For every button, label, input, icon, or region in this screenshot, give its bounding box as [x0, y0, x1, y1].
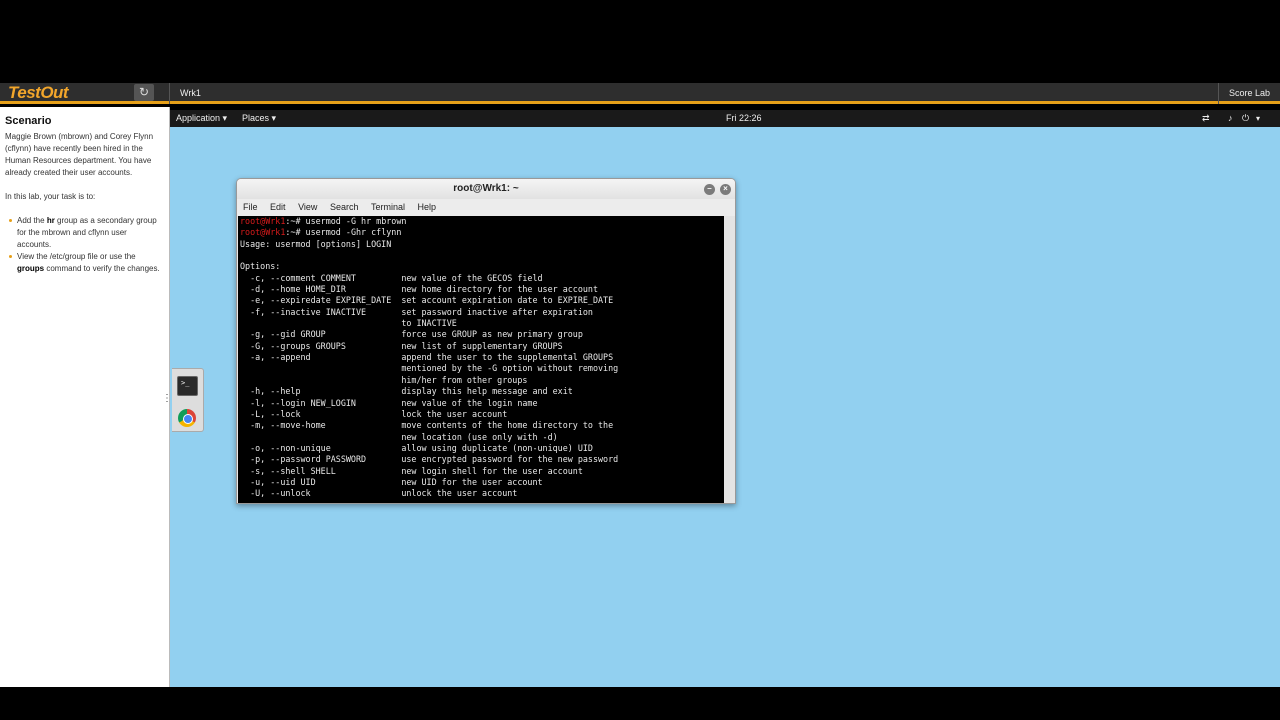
screen: TestOut ↻ Wrk1 Score Lab Scenario Maggie…	[0, 0, 1280, 720]
dock-handle[interactable]: ⋮	[162, 390, 172, 408]
terminal-line: mentioned by the -G option without remov…	[240, 363, 724, 374]
task-text: Add the	[17, 216, 47, 225]
terminal-text: :~# usermod -G hr mbrown	[285, 216, 407, 226]
terminal-line: -e, --expiredate EXPIRE_DATE set account…	[240, 295, 724, 306]
terminal-icon[interactable]: >_	[177, 376, 198, 396]
tab-wrk1[interactable]: Wrk1	[180, 86, 201, 100]
places-menu[interactable]: Places ▾	[242, 113, 276, 124]
task-keyword: groups	[17, 264, 45, 273]
terminal-text: :~# usermod -Ghr cflynn	[285, 227, 402, 238]
terminal-window[interactable]: root@Wrk1: ~ – × File Edit View Search T…	[236, 178, 736, 504]
minimize-icon[interactable]: –	[704, 184, 715, 195]
testout-logo: TestOut	[8, 83, 69, 102]
task-text: View the /etc/group file or use the	[17, 252, 136, 261]
terminal-line: -U, --unlock unlock the user account	[240, 488, 724, 499]
terminal-text: Usage: usermod [options] LOGIN	[240, 238, 392, 249]
refresh-icon[interactable]: ↻	[134, 84, 154, 101]
terminal-title: root@Wrk1: ~	[453, 183, 519, 194]
terminal-text: -m, --move-home move contents of the hom…	[240, 420, 614, 431]
menu-terminal[interactable]: Terminal	[371, 199, 405, 216]
terminal-line: -o, --non-unique allow using duplicate (…	[240, 443, 724, 454]
terminal-text: -l, --login NEW_LOGIN new value of the l…	[240, 397, 538, 408]
task-intro: In this lab, your task is to:	[5, 192, 96, 201]
terminal-text: Options:	[240, 261, 281, 272]
terminal-text: -g, --gid GROUP force use GROUP as new p…	[240, 329, 583, 340]
terminal-text: -f, --inactive INACTIVE set password ina…	[240, 306, 593, 317]
terminal-line: new location (use only with -d)	[240, 432, 724, 443]
terminal-line: -p, --password PASSWORD use encrypted pa…	[240, 454, 724, 465]
terminal-prompt: root@Wrk1	[240, 216, 286, 226]
terminal-line: Usage: usermod [options] LOGIN	[240, 239, 724, 250]
score-lab-button[interactable]: Score Lab	[1218, 83, 1280, 104]
terminal-text: -c, --comment COMMENT new value of the G…	[240, 272, 543, 283]
close-icon[interactable]: ×	[720, 184, 731, 195]
header-divider	[169, 83, 170, 104]
terminal-line: -c, --comment COMMENT new value of the G…	[240, 273, 724, 284]
terminal-line: him/her from other groups	[240, 375, 724, 386]
terminal-line: root@Wrk1:~# usermod -Ghr cflynn	[240, 227, 724, 238]
terminal-line: -g, --gid GROUP force use GROUP as new p…	[240, 329, 724, 340]
chevron-down-icon[interactable]: ▾	[1256, 113, 1260, 124]
scenario-title: Scenario	[5, 115, 52, 127]
terminal-text: -s, --shell SHELL new login shell for th…	[240, 465, 583, 476]
menu-file[interactable]: File	[243, 199, 258, 216]
terminal-scrollbar[interactable]	[724, 216, 735, 503]
terminal-text: -h, --help display this help message and…	[240, 386, 573, 397]
volume-icon[interactable]: ♪	[1228, 113, 1233, 124]
scenario-panel: Scenario Maggie Brown (mbrown) and Corey…	[0, 107, 170, 687]
chrome-icon[interactable]	[178, 409, 196, 427]
power-icon[interactable]: ⏻	[1242, 113, 1249, 124]
gnome-top-bar: Application ▾ Places ▾ Fri 22:26 ⇄ ♪ ⏻ ▾	[170, 110, 1280, 127]
terminal-line: -u, --uid UID new UID for the user accou…	[240, 477, 724, 488]
terminal-menubar: File Edit View Search Terminal Help	[237, 199, 735, 216]
task-text: command to verify the changes.	[44, 264, 160, 273]
terminal-text: -L, --lock lock the user account	[240, 408, 508, 419]
network-icon[interactable]: ⇄	[1202, 113, 1210, 124]
task-keyword: hr	[46, 216, 55, 225]
terminal-text: -G, --groups GROUPS new list of suppleme…	[240, 340, 563, 351]
terminal-line: -a, --append append the user to the supp…	[240, 352, 724, 363]
scenario-intro: Maggie Brown (mbrown) and Corey Flynn (c…	[5, 132, 154, 177]
terminal-line: -L, --lock lock the user account	[240, 409, 724, 420]
menu-help[interactable]: Help	[418, 199, 437, 216]
terminal-line: -l, --login NEW_LOGIN new value of the l…	[240, 398, 724, 409]
terminal-line: -m, --move-home move contents of the hom…	[240, 420, 724, 431]
clock[interactable]: Fri 22:26	[726, 113, 762, 124]
terminal-line: -d, --home HOME_DIR new home directory f…	[240, 284, 724, 295]
task-item: Add the hr group as a secondary group fo…	[9, 215, 163, 251]
menu-edit[interactable]: Edit	[270, 199, 286, 216]
terminal-text: -U, --unlock unlock the user account	[240, 488, 518, 499]
terminal-titlebar[interactable]: root@Wrk1: ~ – ×	[237, 179, 735, 199]
terminal-line: -G, --groups GROUPS new list of suppleme…	[240, 341, 724, 352]
terminal-text: -u, --uid UID new UID for the user accou…	[240, 476, 543, 487]
terminal-text: -e, --expiredate EXPIRE_DATE set account…	[240, 295, 614, 306]
terminal-text: -p, --password PASSWORD use encrypted pa…	[240, 454, 619, 465]
terminal-line: root@Wrk1:~# usermod -G hr mbrown	[240, 216, 724, 227]
terminal-line: -s, --shell SHELL new login shell for th…	[240, 466, 724, 477]
terminal-text: to INACTIVE	[240, 318, 457, 329]
menu-view[interactable]: View	[298, 199, 317, 216]
testout-header: TestOut ↻ Wrk1 Score Lab	[0, 83, 1280, 104]
terminal-text: -a, --append append the user to the supp…	[240, 352, 614, 363]
task-item: View the /etc/group file or use the grou…	[9, 251, 163, 275]
terminal-text: -d, --home HOME_DIR new home directory f…	[240, 284, 598, 295]
app-dock: >_	[172, 368, 204, 432]
terminal-prompt: root@Wrk1	[240, 227, 286, 238]
terminal-text: him/her from other groups	[240, 374, 528, 385]
task-list: Add the hr group as a secondary group fo…	[5, 215, 163, 275]
terminal-text: -o, --non-unique allow using duplicate (…	[240, 442, 593, 453]
terminal-text: new location (use only with -d)	[240, 431, 558, 442]
application-menu[interactable]: Application ▾	[176, 113, 227, 124]
terminal-line: Options:	[240, 261, 724, 272]
terminal-line: -h, --help display this help message and…	[240, 386, 724, 397]
terminal-text: mentioned by the -G option without remov…	[240, 363, 619, 374]
terminal-line: -f, --inactive INACTIVE set password ina…	[240, 307, 724, 318]
terminal-output[interactable]: root@Wrk1:~# usermod -G hr mbrown root@Wr…	[238, 216, 724, 503]
terminal-line: to INACTIVE	[240, 318, 724, 329]
menu-search[interactable]: Search	[330, 199, 359, 216]
